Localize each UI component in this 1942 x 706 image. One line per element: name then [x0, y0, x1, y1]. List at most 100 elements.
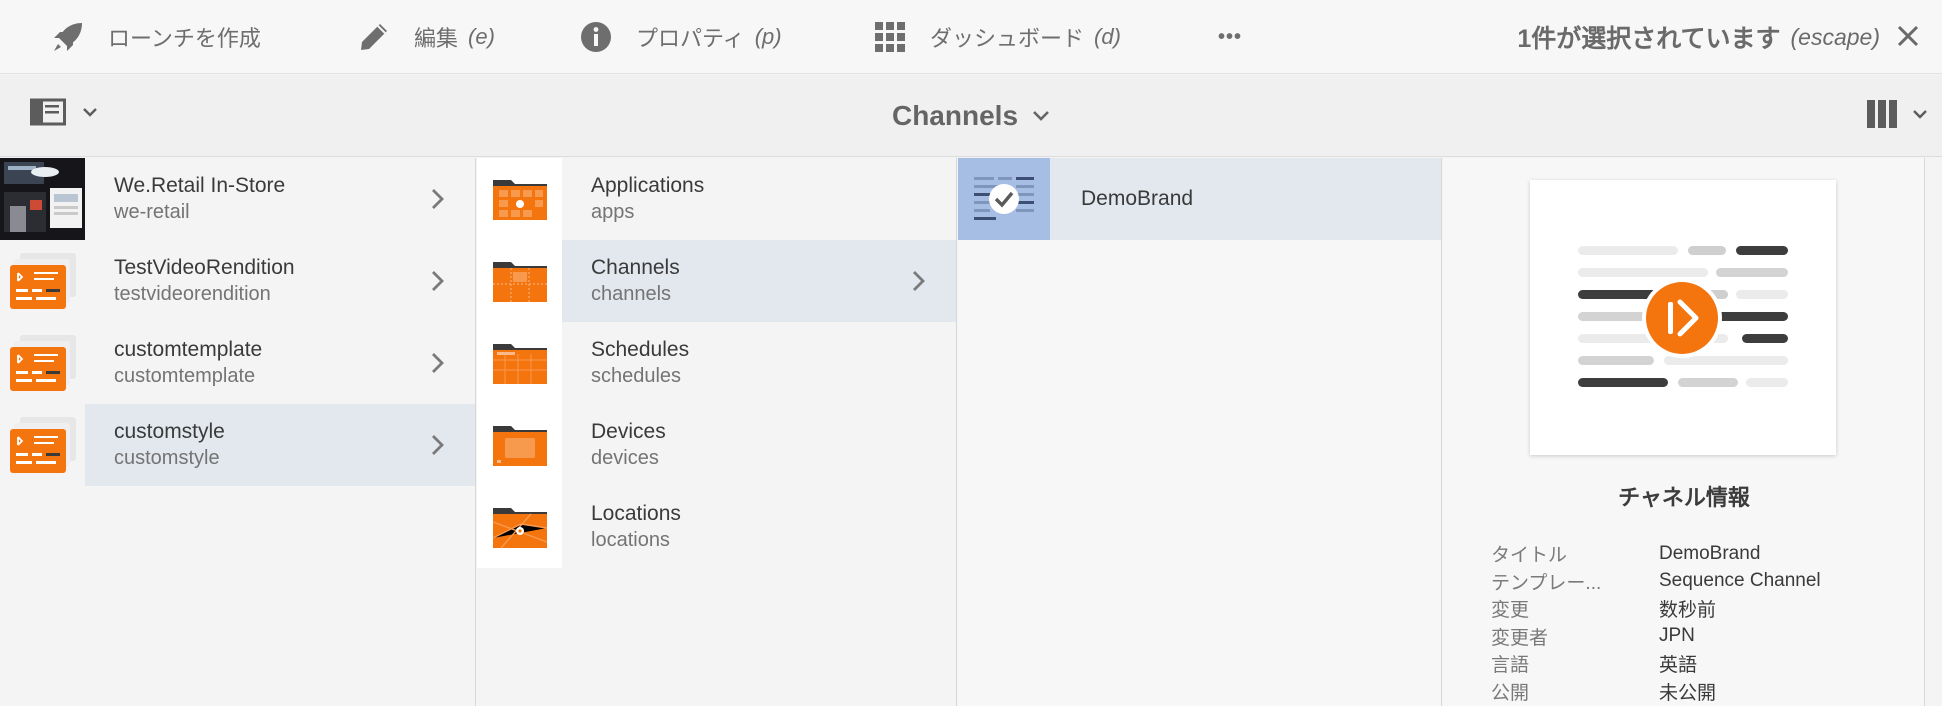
list-item[interactable]: customtemplate customtemplate [0, 322, 475, 404]
metadata-key: 変更者 [1491, 627, 1549, 649]
list-item-text: customstyle customstyle [114, 418, 225, 472]
metadata-row: 公開 未公開 [1491, 678, 1911, 706]
channel-preview-card [1530, 180, 1836, 455]
list-item-title: DemoBrand [1081, 187, 1194, 210]
list-item-text: We.Retail In-Store we-retail [114, 172, 285, 226]
list-item-text: Applications apps [591, 172, 704, 226]
list-item[interactable]: We.Retail In-Store we-retail [0, 158, 475, 240]
more-actions-button[interactable]: ••• [1218, 0, 1242, 74]
applications-folder-icon [477, 158, 562, 240]
list-item[interactable]: Schedules schedules [477, 322, 956, 404]
dashboard-button[interactable]: ダッシュボード (d) [870, 0, 1121, 74]
column-channels: DemoBrand [958, 158, 1442, 706]
dashboard-shortcut: (d) [1094, 24, 1121, 49]
list-item-text: TestVideoRendition testvideorendition [114, 254, 295, 308]
page-title[interactable]: Channels [0, 75, 1942, 157]
metadata-key: 公開 [1491, 682, 1530, 704]
list-item-title: TestVideoRendition [114, 256, 295, 279]
list-item-subtitle: locations [591, 529, 670, 551]
chevron-down-icon [1913, 110, 1927, 119]
list-item-subtitle: customstyle [114, 447, 220, 469]
more-icon: ••• [1218, 25, 1243, 48]
details-panel: チャネル情報 タイトル DemoBrand テンプレー... Sequence … [1443, 158, 1925, 706]
list-item-title: customstyle [114, 420, 225, 443]
list-item-title: Devices [591, 420, 666, 443]
list-item[interactable]: Applications apps [477, 158, 956, 240]
list-item[interactable]: customstyle customstyle [0, 404, 475, 486]
chevron-down-icon [1032, 110, 1050, 122]
chevron-right-icon[interactable] [423, 348, 453, 378]
list-item-subtitle: we-retail [114, 201, 190, 223]
metadata-row: テンプレー... Sequence Channel [1491, 568, 1911, 596]
list-item-text: Schedules schedules [591, 336, 689, 390]
list-item-subtitle: devices [591, 447, 659, 469]
list-item-subtitle: testvideorendition [114, 283, 271, 305]
selection-status: 1件が選択されています (escape) [1517, 0, 1880, 74]
column-scroll-edge [1926, 158, 1942, 706]
metadata-value: 英語 [1659, 655, 1698, 677]
chevron-down-icon [83, 108, 97, 117]
screens-project-icon [0, 404, 85, 486]
schedules-folder-icon [477, 322, 562, 404]
close-icon [1897, 25, 1919, 47]
selection-count: 1件が選択されています [1517, 25, 1781, 53]
list-item-title: Schedules [591, 338, 690, 361]
page-title-text: Channels [891, 100, 1019, 131]
properties-shortcut: (p) [754, 24, 782, 49]
create-launch-button[interactable]: ローンチを作成 [48, 0, 261, 74]
edit-label: 編集 [414, 26, 459, 51]
rocket-icon [48, 17, 88, 57]
metadata-value: 未公開 [1659, 682, 1717, 704]
properties-label: プロパティ [636, 26, 745, 51]
list-item-text: customtemplate customtemplate [114, 336, 262, 390]
list-item-title: customtemplate [114, 338, 263, 361]
rail-toggle-icon [30, 98, 66, 126]
title-bar: Channels [0, 75, 1942, 157]
chevron-right-icon[interactable] [423, 184, 453, 214]
list-item[interactable]: Locations locations [477, 486, 956, 568]
list-item[interactable]: DemoBrand [958, 158, 1441, 240]
metadata-key: タイトル [1491, 545, 1568, 567]
chevron-right-icon[interactable] [904, 266, 934, 296]
metadata-value: Sequence Channel [1659, 570, 1821, 592]
list-item[interactable]: TestVideoRendition testvideorendition [0, 240, 475, 322]
list-item[interactable]: Devices devices [477, 404, 956, 486]
devices-folder-icon [477, 404, 562, 486]
close-selection-button[interactable] [1890, 18, 1926, 54]
list-item-title: Channels [591, 256, 680, 279]
chevron-right-icon[interactable] [423, 430, 453, 460]
view-switcher-button[interactable] [1866, 99, 1928, 129]
metadata-row: 言語 英語 [1491, 650, 1911, 678]
locations-folder-icon [477, 486, 562, 568]
list-item-title: We.Retail In-Store [114, 174, 286, 197]
edit-shortcut: (e) [468, 24, 495, 49]
column-view-icon [1867, 100, 1897, 128]
checkmark-icon [989, 184, 1019, 214]
list-item-title: Applications [591, 174, 705, 197]
metadata-row: 変更者 JPN [1491, 623, 1911, 651]
info-icon [576, 17, 616, 57]
channel-info-heading: チャネル情報 [1618, 485, 1750, 510]
chevron-right-icon[interactable] [423, 266, 453, 296]
metadata-row: タイトル DemoBrand [1491, 540, 1911, 568]
list-item-subtitle: customtemplate [114, 365, 256, 387]
channels-folder-icon [477, 240, 562, 322]
selected-channel-thumbnail [958, 158, 1050, 240]
rail-toggle-button[interactable] [30, 97, 98, 127]
list-item-subtitle: schedules [591, 365, 682, 387]
properties-button[interactable]: プロパティ (p) [576, 0, 782, 74]
pencil-icon [354, 17, 394, 57]
metadata-key: 言語 [1491, 655, 1530, 677]
metadata-value: 数秒前 [1659, 600, 1717, 622]
metadata-value: DemoBrand [1659, 542, 1761, 564]
list-item-subtitle: apps [591, 201, 635, 223]
column-project-folders: Applications apps Channels channels Sche… [477, 158, 957, 706]
project-thumbnail [0, 158, 85, 240]
list-item-title: Locations [591, 502, 681, 525]
list-item[interactable]: Channels channels [477, 240, 956, 322]
edit-button[interactable]: 編集 (e) [354, 0, 495, 74]
selection-escape-hint: (escape) [1790, 23, 1880, 50]
action-bar: ローンチを作成 編集 (e) プロパティ (p) ダッシュボード (d) •••… [0, 0, 1942, 74]
list-item-text: Channels channels [591, 254, 680, 308]
metadata-value: JPN [1659, 625, 1695, 647]
